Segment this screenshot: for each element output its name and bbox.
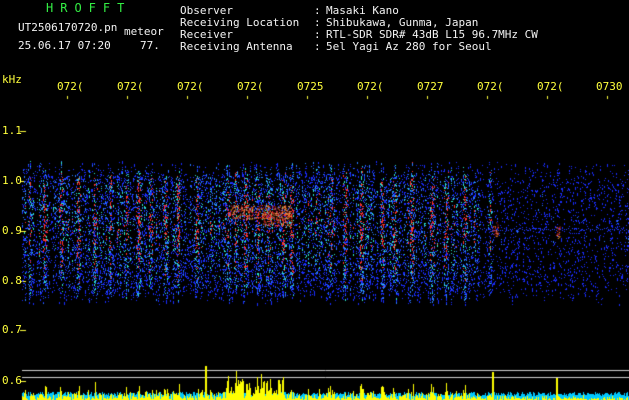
info-value-antenna: 5el Yagi Az 280 for Seoul xyxy=(326,40,492,53)
freq-tick: 1.1 xyxy=(2,124,22,137)
count-label: 77. xyxy=(140,39,160,52)
info-label-antenna: Receiving Antenna xyxy=(180,40,293,53)
time-tick: 0727 xyxy=(417,80,444,93)
filename-label: UT2506170720.pn xyxy=(18,21,118,34)
time-tick: 072( xyxy=(237,80,264,93)
event-type-label: meteor xyxy=(124,25,164,38)
freq-tick: 0.9 xyxy=(2,224,22,237)
info-sep-antenna: : xyxy=(314,40,321,53)
y-axis-unit: kHz xyxy=(2,73,22,86)
datetime-label: 25.06.17 07:20 xyxy=(18,39,111,52)
app-title: HROFFT xyxy=(46,1,132,15)
time-tick: 072( xyxy=(177,80,204,93)
time-tick: 0730 xyxy=(596,80,623,93)
freq-tick: 0.7 xyxy=(2,323,22,336)
time-tick: 072( xyxy=(357,80,384,93)
time-tick: 072( xyxy=(57,80,84,93)
time-tick: 072( xyxy=(537,80,564,93)
freq-tick: 0.6 xyxy=(2,374,22,387)
freq-tick: 0.8 xyxy=(2,274,22,287)
freq-tick: 1.0 xyxy=(2,174,22,187)
time-tick: 072( xyxy=(477,80,504,93)
spectrogram-canvas xyxy=(0,0,629,400)
time-tick: 072( xyxy=(117,80,144,93)
time-tick: 0725 xyxy=(297,80,324,93)
